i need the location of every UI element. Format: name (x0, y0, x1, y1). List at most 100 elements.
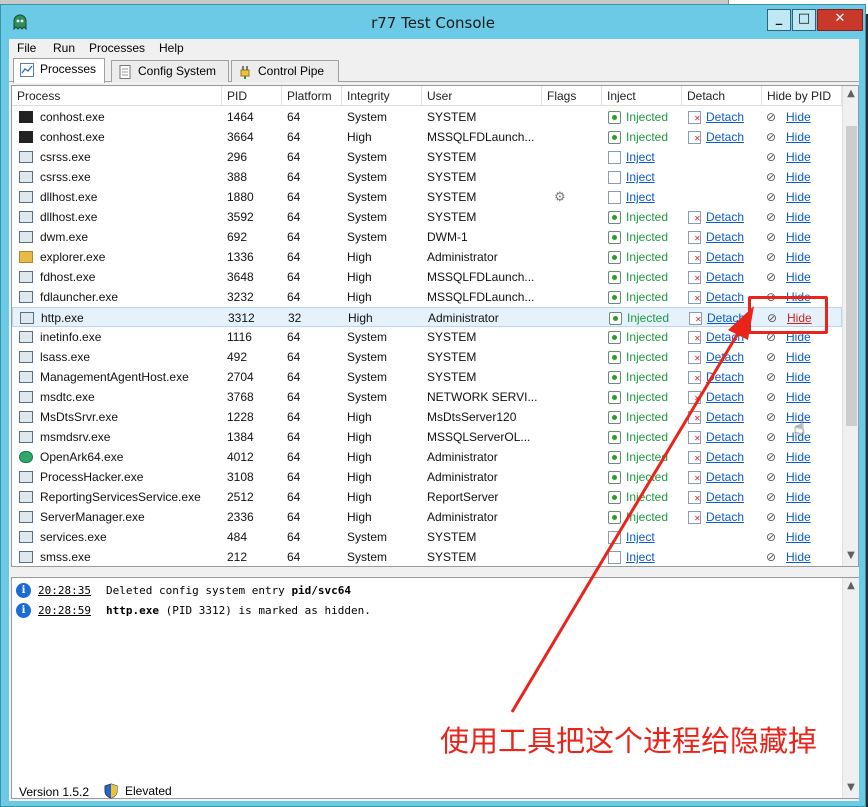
detach-link[interactable]: Detach (706, 470, 744, 484)
column-header-3[interactable]: Integrity (342, 86, 422, 106)
process-platform: 64 (287, 290, 301, 304)
detach-link[interactable]: Detach (706, 510, 744, 524)
log-scroll-up-icon[interactable]: ▲ (843, 580, 859, 591)
detach-link[interactable]: Detach (706, 230, 744, 244)
scroll-thumb[interactable] (846, 126, 857, 426)
hide-link[interactable]: Hide (786, 130, 811, 144)
detach-link[interactable]: Detach (706, 130, 744, 144)
hide-link[interactable]: Hide (786, 470, 811, 484)
menu-file[interactable]: File (17, 41, 36, 55)
table-row[interactable]: fdhost.exe 3648 64 High MSSQLFDLaunch... Inje… (12, 267, 842, 287)
table-row[interactable]: services.exe 484 64 System SYSTEM Inject ⊘ Hide (12, 527, 842, 547)
detach-link[interactable]: Detach (706, 270, 744, 284)
table-row[interactable]: dllhost.exe 1880 64 System SYSTEM ⚙ Inject ⊘ Hid… (12, 187, 842, 207)
column-header-4[interactable]: User (422, 86, 542, 106)
inject-link[interactable]: Inject (626, 190, 655, 204)
detach-link[interactable]: Detach (707, 311, 745, 325)
minimize-button[interactable]: _ (767, 9, 791, 31)
hide-link[interactable]: Hide (786, 370, 811, 384)
detach-link[interactable]: Detach (706, 250, 744, 264)
maximize-button[interactable]: □ (792, 9, 816, 31)
detach-link[interactable]: Detach (706, 210, 744, 224)
table-row[interactable]: ServerManager.exe 2336 64 High Administrator… (12, 507, 842, 527)
table-row[interactable]: inetinfo.exe 1116 64 System SYSTEM Injected De… (12, 327, 842, 347)
table-row[interactable]: conhost.exe 1464 64 System SYSTEM Injected Det… (12, 107, 842, 127)
detach-link[interactable]: Detach (706, 350, 744, 364)
table-row[interactable]: msdtc.exe 3768 64 System NETWORK SERVI... Inj… (12, 387, 842, 407)
hide-link[interactable]: Hide (786, 190, 811, 204)
table-row[interactable]: smss.exe 212 64 System SYSTEM Inject ⊘ Hide (12, 547, 842, 566)
column-header-0[interactable]: Process (12, 86, 222, 106)
hide-link[interactable]: Hide (786, 390, 811, 404)
detach-link[interactable]: Detach (706, 450, 744, 464)
log-panel[interactable]: i 20:28:35 Deleted config system entry pid… (11, 577, 859, 799)
hide-link[interactable]: Hide (786, 110, 811, 124)
detach-link[interactable]: Detach (706, 370, 744, 384)
detach-link[interactable]: Detach (706, 490, 744, 504)
column-header-8[interactable]: Hide by PID (762, 86, 842, 106)
table-row[interactable]: lsass.exe 492 64 System SYSTEM Injected Detach… (12, 347, 842, 367)
close-icon: ✕ (834, 11, 846, 26)
tab-control-pipe[interactable]: Control Pipe (231, 60, 339, 82)
table-row[interactable]: msmdsrv.exe 1384 64 High MSSQLServerOL... Inj… (12, 427, 842, 447)
log-time[interactable]: 20:28:35 (38, 584, 91, 597)
hide-link[interactable]: Hide (786, 230, 811, 244)
inject-link[interactable]: Inject (626, 550, 655, 564)
table-row[interactable]: ProcessHacker.exe 3108 64 High Administrator… (12, 467, 842, 487)
table-row[interactable]: fdlauncher.exe 3232 64 High MSSQLFDLaunch...… (12, 287, 842, 307)
column-header-2[interactable]: Platform (282, 86, 342, 106)
detach-link[interactable]: Detach (706, 330, 744, 344)
hide-link[interactable]: Hide (786, 550, 811, 564)
column-header-6[interactable]: Inject (602, 86, 682, 106)
hide-link[interactable]: Hide (786, 510, 811, 524)
table-row[interactable]: conhost.exe 3664 64 High MSSQLFDLaunch... Inj… (12, 127, 842, 147)
inject-link[interactable]: Inject (626, 530, 655, 544)
process-list[interactable]: Process PID Platform Integrity User Flags Inje… (11, 85, 859, 567)
table-row[interactable]: ReportingServicesService.exe 2512 64 High Re… (12, 487, 842, 507)
column-header-7[interactable]: Detach (682, 86, 762, 106)
detach-link[interactable]: Detach (706, 410, 744, 424)
table-row[interactable]: csrss.exe 296 64 System SYSTEM Inject ⊘ Hide (12, 147, 842, 167)
table-row[interactable]: csrss.exe 388 64 System SYSTEM Inject ⊘ Hide (12, 167, 842, 187)
list-scrollbar[interactable]: ▲ ▼ (842, 86, 858, 566)
detach-link[interactable]: Detach (706, 390, 744, 404)
scroll-down-icon[interactable]: ▼ (843, 550, 858, 561)
hide-link[interactable]: Hide (786, 490, 811, 504)
detach-link[interactable]: Detach (706, 430, 744, 444)
table-row[interactable]: http.exe 3312 32 High Administrator Injected D… (12, 307, 842, 327)
menu-processes[interactable]: Processes (89, 41, 145, 55)
process-platform: 64 (287, 350, 301, 364)
log-time[interactable]: 20:28:59 (38, 604, 91, 617)
detach-link[interactable]: Detach (706, 290, 744, 304)
log-scrollbar[interactable]: ▲ ▼ (842, 578, 859, 798)
hide-link[interactable]: Hide (786, 170, 811, 184)
column-header-1[interactable]: PID (222, 86, 282, 106)
table-row[interactable]: ManagementAgentHost.exe 2704 64 System SYSTE… (12, 367, 842, 387)
close-button[interactable]: ✕ (817, 9, 863, 31)
table-row[interactable]: dllhost.exe 3592 64 System SYSTEM Injected Det… (12, 207, 842, 227)
tab-config-system[interactable]: Config System (111, 60, 229, 82)
hide-link[interactable]: Hide (786, 210, 811, 224)
chart-icon (20, 63, 34, 77)
detach-link[interactable]: Detach (706, 110, 744, 124)
hide-link[interactable]: Hide (786, 450, 811, 464)
hide-link[interactable]: Hide (786, 530, 811, 544)
menu-run[interactable]: Run (53, 41, 75, 55)
process-pid: 484 (227, 530, 248, 544)
table-row[interactable]: OpenArk64.exe 4012 64 High Administrator Inje… (12, 447, 842, 467)
process-pid: 3232 (227, 290, 254, 304)
hide-link[interactable]: Hide (786, 250, 811, 264)
scroll-up-icon[interactable]: ▲ (843, 88, 858, 99)
title-bar[interactable]: r77 Test Console _ □ ✕ (1, 5, 865, 39)
column-header-5[interactable]: Flags (542, 86, 602, 106)
inject-link[interactable]: Inject (626, 170, 655, 184)
hide-link[interactable]: Hide (786, 350, 811, 364)
inject-link[interactable]: Inject (626, 150, 655, 164)
hide-link[interactable]: Hide (786, 270, 811, 284)
hide-link[interactable]: Hide (786, 150, 811, 164)
table-row[interactable]: MsDtsSrvr.exe 1228 64 High MsDtsServer120 Inj… (12, 407, 842, 427)
menu-help[interactable]: Help (159, 41, 184, 55)
tab-processes[interactable]: Processes (13, 58, 105, 83)
table-row[interactable]: explorer.exe 1336 64 High Administrator Injec… (12, 247, 842, 267)
table-row[interactable]: dwm.exe 692 64 System DWM-1 Injected Detach ⊘ Hi… (12, 227, 842, 247)
